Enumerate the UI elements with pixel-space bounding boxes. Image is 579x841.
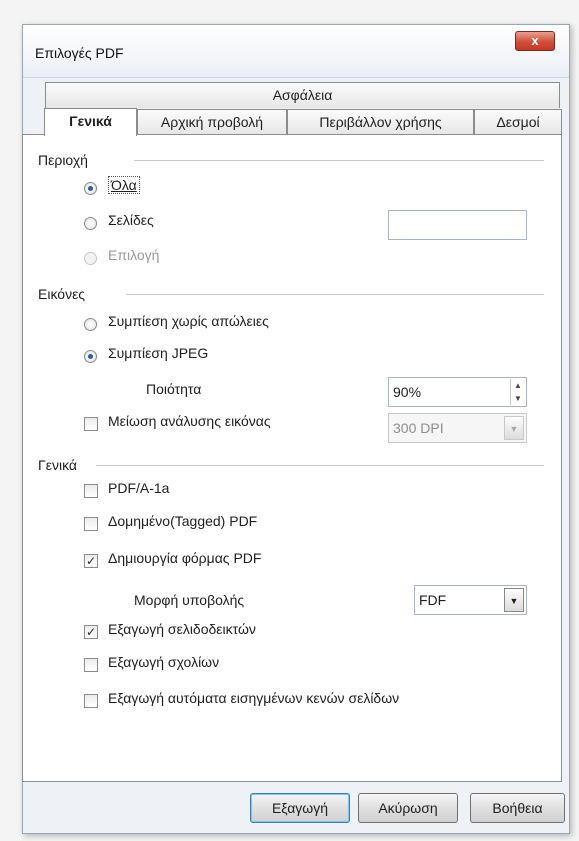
- dpi-value: 300 DPI: [393, 420, 444, 436]
- pdfa-checkbox[interactable]: [84, 484, 98, 498]
- export-button[interactable]: Εξαγωγή: [250, 793, 350, 823]
- radio-all-label[interactable]: Όλα: [108, 176, 140, 194]
- radio-jpeg[interactable]: [84, 350, 97, 363]
- general-divider: [96, 465, 544, 466]
- radio-pages[interactable]: [84, 217, 97, 230]
- export-comments-label[interactable]: Εξαγωγή σχολίων: [108, 654, 219, 670]
- tab-general[interactable]: Γενικά: [44, 108, 137, 136]
- images-divider: [126, 294, 544, 295]
- radio-jpeg-label[interactable]: Συμπίεση JPEG: [108, 345, 208, 361]
- tab-initial-view[interactable]: Αρχική προβολή: [137, 109, 287, 135]
- general-section-title: Γενικά: [38, 457, 77, 473]
- cancel-button[interactable]: Ακύρωση: [358, 793, 458, 823]
- quality-spinner[interactable]: 90% ▲ ▼: [388, 377, 527, 407]
- tab-security[interactable]: Ασφάλεια: [45, 82, 560, 108]
- window-title: Επιλογές PDF: [35, 45, 124, 61]
- dpi-select: 300 DPI ▼: [388, 413, 527, 443]
- radio-selection: [84, 252, 97, 265]
- spin-down-icon[interactable]: ▼: [511, 392, 525, 405]
- radio-pages-label[interactable]: Σελίδες: [108, 212, 154, 228]
- tagged-pdf-checkbox[interactable]: [84, 517, 98, 531]
- tab-links[interactable]: Δεσμοί: [474, 109, 562, 135]
- quality-value: 90%: [393, 384, 422, 400]
- export-bookmarks-checkbox[interactable]: ✓: [84, 625, 98, 639]
- submit-format-value: FDF: [419, 592, 447, 608]
- radio-selection-label: Επιλογή: [108, 247, 160, 263]
- dpi-dropdown-icon: ▼: [504, 416, 524, 440]
- checkmark-icon: ✓: [85, 554, 97, 568]
- quality-spin-buttons[interactable]: ▲ ▼: [510, 379, 525, 405]
- help-button[interactable]: Βοήθεια: [470, 793, 565, 823]
- tagged-pdf-label[interactable]: Δομημένο(Tagged) PDF: [108, 513, 257, 529]
- export-comments-checkbox[interactable]: [84, 658, 98, 672]
- submit-format-dropdown-icon[interactable]: ▼: [504, 588, 524, 612]
- pages-input[interactable]: [388, 210, 527, 240]
- submit-format-select[interactable]: FDF ▼: [414, 585, 527, 615]
- radio-lossless[interactable]: [84, 318, 97, 331]
- submit-format-label: Μορφή υποβολής: [134, 592, 245, 608]
- create-form-checkbox[interactable]: ✓: [84, 554, 98, 568]
- radio-lossless-label[interactable]: Συμπίεση χωρίς απώλειες: [108, 313, 269, 329]
- radio-all[interactable]: [84, 182, 97, 195]
- pdfa-label[interactable]: PDF/A-1a: [108, 480, 169, 496]
- reduce-resolution-checkbox[interactable]: [84, 417, 98, 431]
- title-bar[interactable]: Επιλογές PDF x: [23, 25, 569, 78]
- quality-label: Ποιότητα: [146, 381, 202, 397]
- area-section-title: Περιοχή: [38, 152, 88, 168]
- export-blank-pages-checkbox[interactable]: [84, 694, 98, 708]
- tab-user-interface[interactable]: Περιβάλλον χρήσης: [287, 109, 474, 135]
- images-section-title: Εικόνες: [38, 286, 86, 302]
- spin-up-icon[interactable]: ▲: [511, 379, 525, 392]
- create-form-label[interactable]: Δημιουργία φόρμας PDF: [108, 550, 261, 566]
- checkmark-icon: ✓: [85, 625, 97, 639]
- export-bookmarks-label[interactable]: Εξαγωγή σελιδοδεικτών: [108, 621, 256, 637]
- reduce-resolution-label[interactable]: Μείωση ανάλυσης εικόνας: [108, 413, 271, 429]
- export-blank-pages-label[interactable]: Εξαγωγή αυτόματα εισηγμένων κενών σελίδω…: [108, 690, 399, 706]
- close-button[interactable]: x: [515, 31, 555, 51]
- area-divider: [134, 160, 544, 161]
